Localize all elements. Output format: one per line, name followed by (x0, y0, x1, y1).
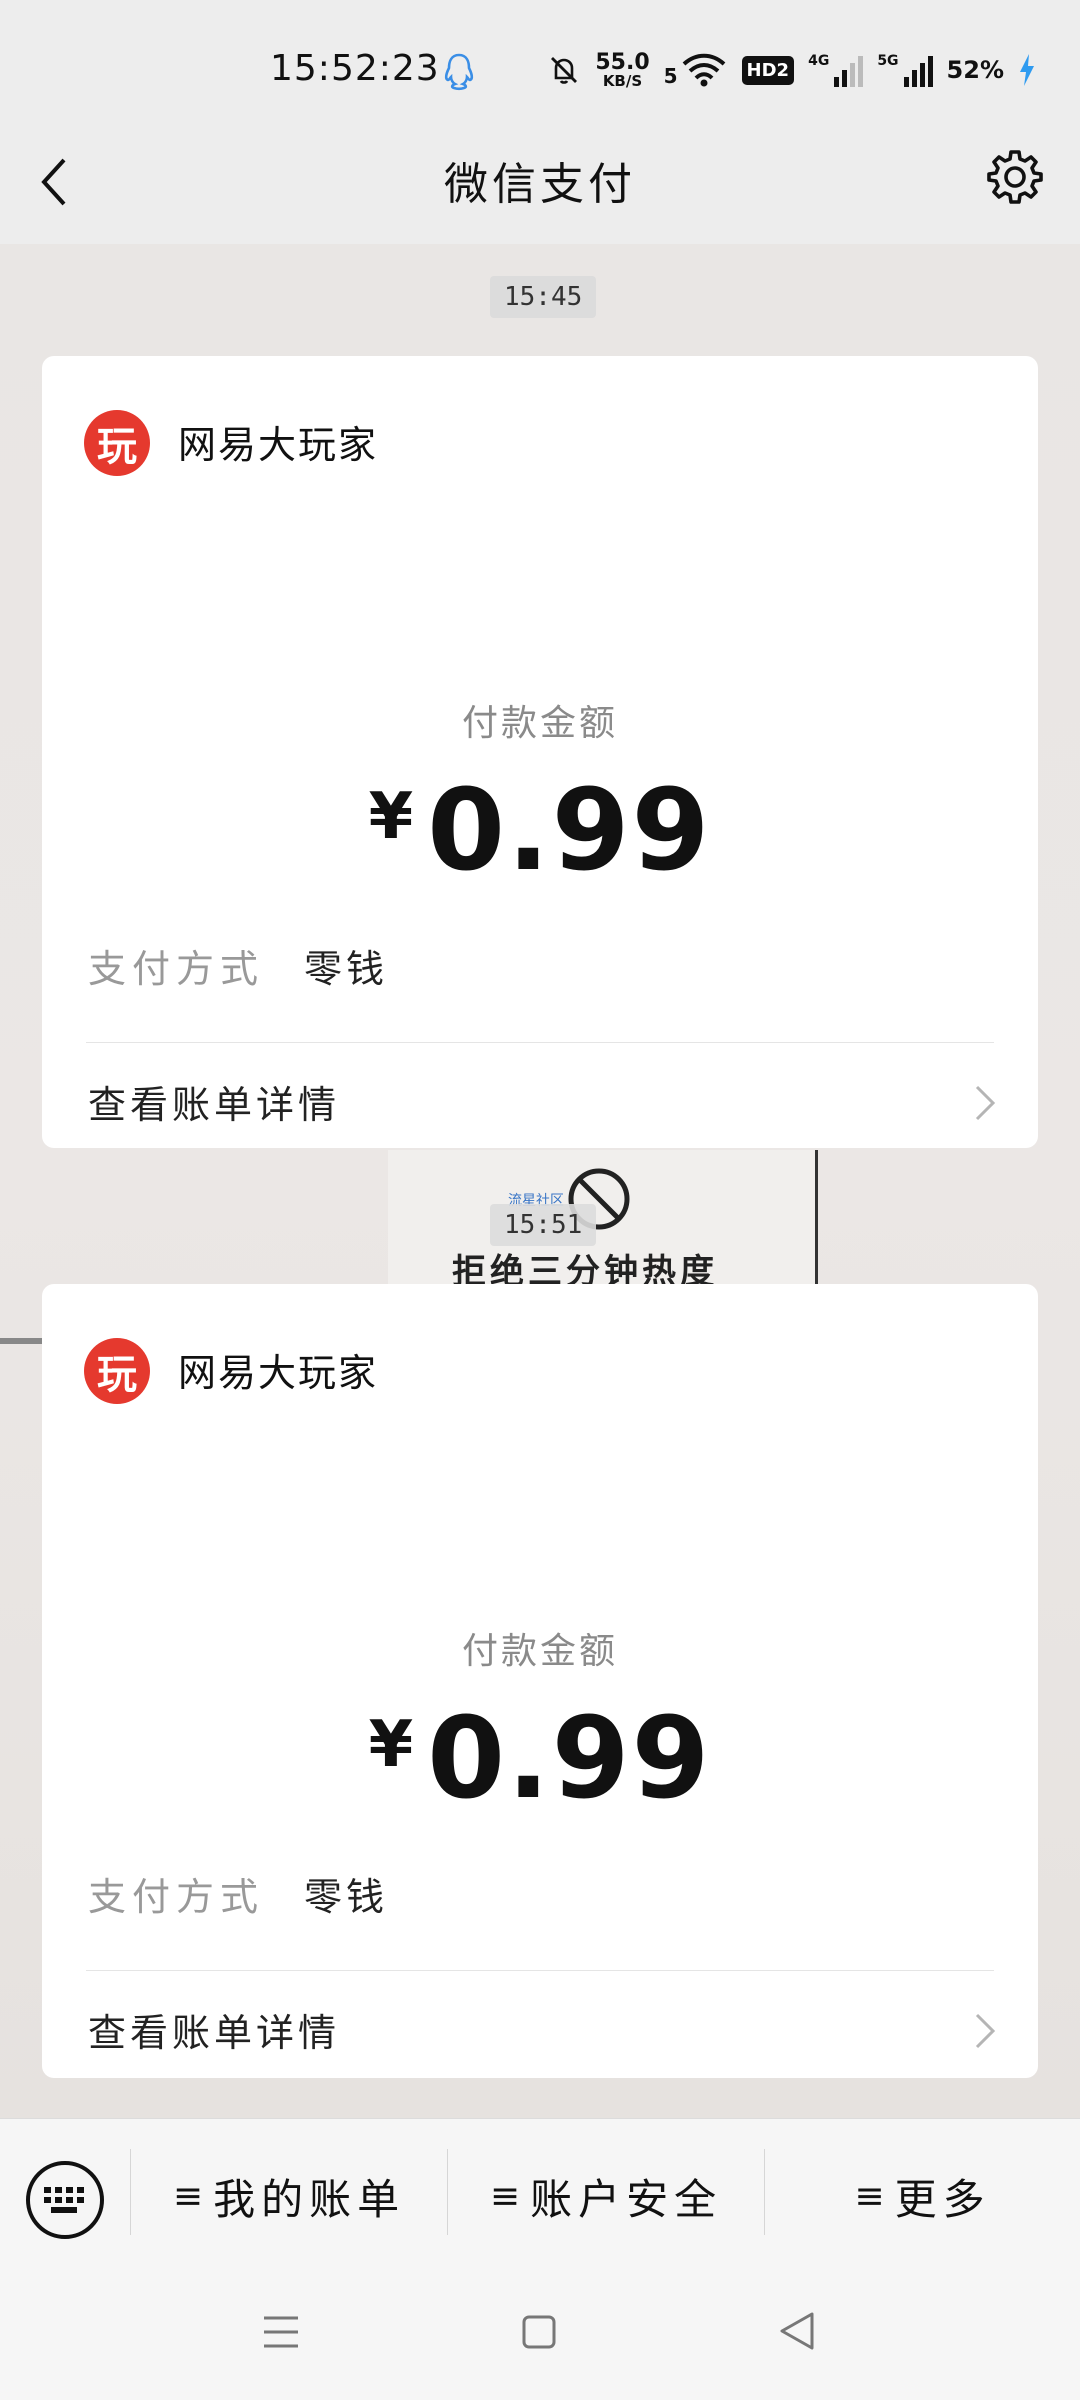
payment-amount: 0.99 (427, 766, 712, 896)
settings-icon[interactable] (986, 148, 1044, 206)
message-time: 15:45 (490, 276, 597, 318)
currency-symbol: ¥ (368, 780, 414, 854)
pay-method-value: 零钱 (304, 1875, 389, 1919)
signal-5g-label: 5G (877, 53, 899, 69)
battery-level: 52% (946, 56, 1004, 84)
chevron-right-icon (975, 1085, 996, 1121)
amount-row: ¥0.99 (42, 766, 1038, 896)
signal-5g: 5G (877, 53, 933, 87)
signal-4g: 4G (808, 53, 864, 87)
sys-back-icon[interactable] (778, 2310, 816, 2352)
pay-method-value: 零钱 (304, 947, 389, 991)
status-icons: 55.0 KB/S 5 HD2 4G 5G 52% (547, 46, 1036, 94)
menu-list-icon: ≡ (489, 2175, 521, 2217)
view-bill-details-link[interactable]: 查看账单详情 (88, 1074, 340, 1129)
amount-label: 付款金额 (461, 1631, 618, 1672)
menu-my-bills[interactable]: ≡ 我的账单 (131, 2161, 447, 2231)
view-bill-details-link[interactable]: 查看账单详情 (88, 2002, 340, 2057)
merchant-name: 网易大玩家 (178, 1351, 379, 1395)
amount-row: ¥0.99 (42, 1694, 1038, 1824)
amount-label: 付款金额 (461, 703, 618, 744)
menu-list-icon: ≡ (172, 2175, 204, 2217)
payment-card[interactable]: 玩 网易大玩家 付款金额 ¥0.99 支付方式 零钱 查看账单详情 (42, 1284, 1038, 2078)
merchant-logo: 玩 (84, 1338, 150, 1404)
menu-more[interactable]: ≡ 更多 (765, 2161, 1080, 2231)
menu-label: 账户安全 (530, 2174, 723, 2224)
bottom-menu: ≡ 我的账单 ≡ 账户安全 ≡ 更多 (0, 2118, 1080, 2266)
hd-badge: HD2 (741, 55, 795, 85)
merchant-logo: 玩 (84, 410, 150, 476)
wifi-indicator: 5 (664, 52, 728, 88)
card-divider (86, 1970, 994, 1971)
sys-home-icon[interactable] (521, 2314, 557, 2350)
pay-method-label: 支付方式 (88, 947, 265, 991)
sys-menu-icon[interactable] (262, 2312, 300, 2352)
chevron-right-icon (975, 2013, 996, 2049)
signal-4g-label: 4G (808, 53, 830, 69)
qq-icon (444, 53, 474, 91)
message-time: 15:51 (490, 1204, 597, 1246)
pay-method-label: 支付方式 (88, 1875, 265, 1919)
payment-amount: 0.99 (427, 1694, 712, 1824)
merchant-name: 网易大玩家 (178, 423, 379, 467)
net-speed-value: 55.0 (595, 49, 650, 75)
currency-symbol: ¥ (368, 1708, 414, 1782)
background-decor (0, 1338, 44, 1344)
keyboard-toggle-button[interactable] (26, 2161, 104, 2239)
wifi-icon (682, 53, 725, 87)
charging-bolt-icon (1020, 54, 1034, 86)
keyboard-icon (44, 2187, 84, 2213)
card-divider (86, 1042, 994, 1043)
payment-card[interactable]: 玩 网易大玩家 付款金额 ¥0.99 支付方式 零钱 查看账单详情 (42, 356, 1038, 1148)
wifi-label: 5 (663, 64, 678, 88)
status-time: 15:52:23 (270, 48, 440, 89)
menu-label: 我的账单 (213, 2174, 406, 2224)
menu-account-security[interactable]: ≡ 账户安全 (448, 2161, 764, 2231)
mute-icon (551, 57, 578, 84)
menu-list-icon: ≡ (854, 2175, 885, 2217)
menu-label: 更多 (894, 2174, 991, 2224)
net-speed: 55.0 KB/S (595, 49, 650, 90)
net-speed-unit: KB/S (602, 71, 643, 90)
page-title: 微信支付 (444, 159, 636, 210)
